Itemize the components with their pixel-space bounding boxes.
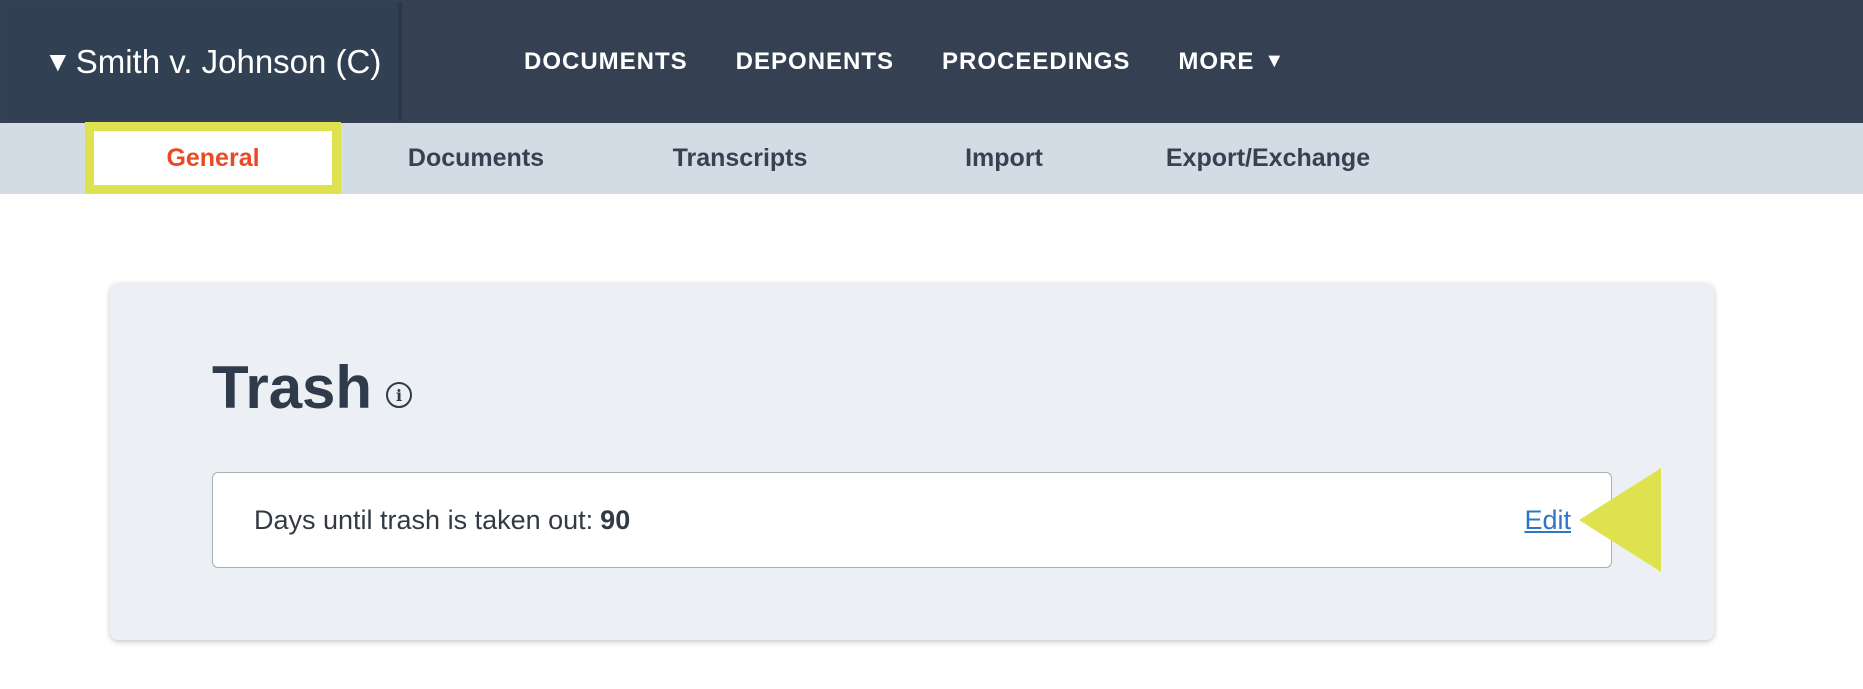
highlight-arrow-icon [1579,468,1661,572]
triangle-down-icon: ▼ [1264,50,1286,72]
main-nav: DOCUMENTS DEPONENTS PROCEEDINGS MORE ▼ [524,0,1285,123]
tab-transcripts[interactable]: Transcripts [640,123,840,194]
section-title: Trash [212,354,373,421]
case-switcher-button[interactable]: ▼ Smith v. Johnson (C) [6,2,402,121]
tab-import[interactable]: Import [920,123,1088,194]
settings-subnav: General Documents Transcripts Import Exp… [0,122,1863,194]
info-icon[interactable]: i [386,382,413,408]
tab-documents[interactable]: Documents [380,123,572,194]
trash-heading: Trash i [212,354,413,421]
days-value: 90 [600,504,631,535]
tab-export-exchange[interactable]: Export/Exchange [1150,123,1386,194]
nav-deponents[interactable]: DEPONENTS [736,48,894,76]
days-label: Days until trash is taken out: [254,504,594,535]
nav-more-label: MORE [1178,47,1255,75]
nav-documents[interactable]: DOCUMENTS [524,48,688,76]
triangle-down-icon: ▼ [44,45,72,77]
nav-more-menu[interactable]: MORE ▼ [1178,48,1285,76]
edit-link[interactable]: Edit [1524,505,1571,536]
nav-proceedings[interactable]: PROCEEDINGS [942,48,1130,76]
tab-general[interactable]: General [85,122,341,194]
trash-settings-card: Trash i Days until trash is taken out: 9… [110,283,1714,640]
case-name: Smith v. Johnson (C) [75,42,382,80]
trash-retention-row: Days until trash is taken out: 90 Edit [212,472,1612,568]
top-navigation-bar: ▼ Smith v. Johnson (C) DOCUMENTS DEPONEN… [0,0,1863,123]
